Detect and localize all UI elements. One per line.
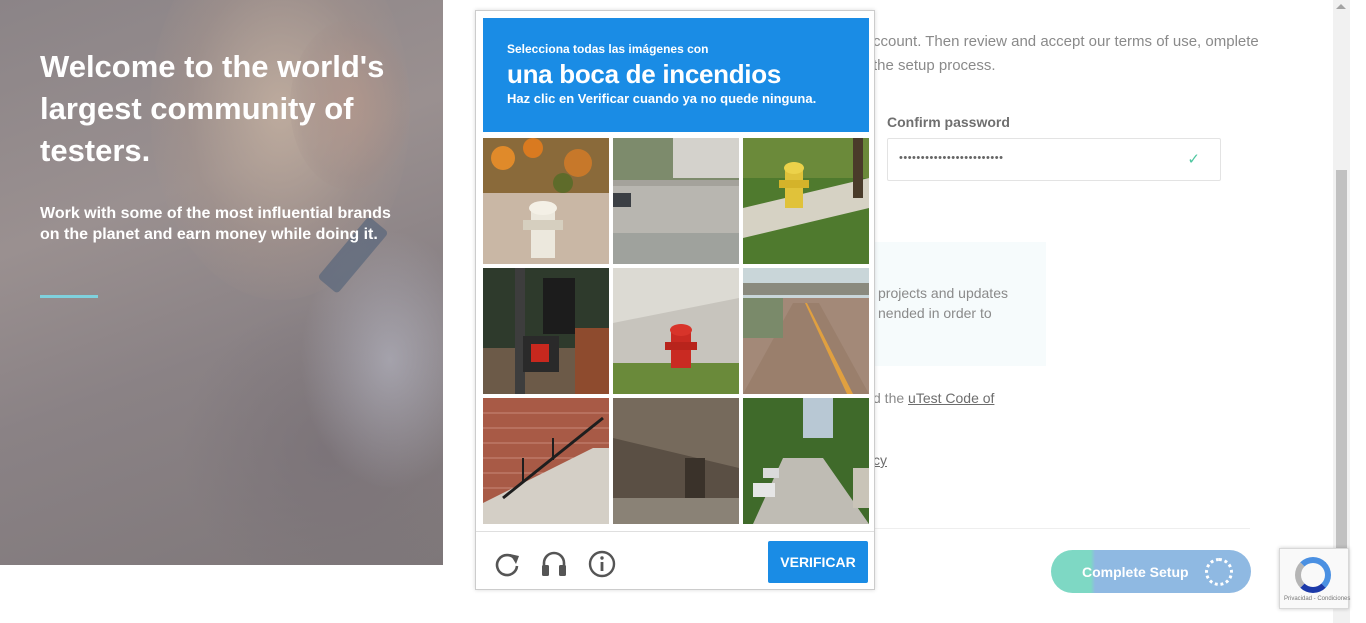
confirm-password-value: •••••••••••••••••••••••• xyxy=(899,152,1004,164)
confirm-password-field[interactable]: •••••••••••••••••••••••• ✓ xyxy=(887,138,1221,181)
captcha-tile-3[interactable] xyxy=(743,138,869,264)
form-divider xyxy=(860,528,1250,529)
captcha-instructions: Selecciona todas las imágenes con una bo… xyxy=(483,18,869,132)
recaptcha-badge[interactable]: Privacidad - Condiciones xyxy=(1279,548,1350,609)
form-intro-text: ccount. Then review and accept our terms… xyxy=(873,33,1259,74)
captcha-tile-8[interactable] xyxy=(613,398,739,524)
captcha-tile-5[interactable] xyxy=(613,268,739,394)
verify-button[interactable]: VERIFICAR xyxy=(768,541,868,583)
privacy-link[interactable]: cy xyxy=(873,452,887,468)
captcha-footer-divider xyxy=(476,531,874,532)
captcha-tile-7[interactable] xyxy=(483,398,609,524)
captcha-instruction-hint: Haz clic en Verificar cuando ya no quede… xyxy=(507,91,817,106)
code-of-conduct-link[interactable]: uTest Code of xyxy=(908,390,994,406)
captcha-instruction-target: una boca de incendios xyxy=(507,59,781,89)
captcha-challenge: Selecciona todas las imágenes con una bo… xyxy=(475,10,875,590)
hero-title: Welcome to the world's largest community… xyxy=(40,49,385,168)
captcha-tile-1[interactable] xyxy=(483,138,609,264)
scroll-up-arrow-icon[interactable] xyxy=(1336,4,1346,9)
setup-page: Welcome to the world's largest community… xyxy=(0,0,1366,623)
loading-spinner-icon xyxy=(1205,558,1233,586)
scrollbar-thumb[interactable] xyxy=(1336,170,1347,550)
hero-subtitle: Work with some of the most influential b… xyxy=(40,205,391,243)
captcha-tile-2[interactable] xyxy=(613,138,739,264)
code-of-conduct-text: d the uTest Code of xyxy=(873,388,994,408)
notice-text: projects and updates nended in order to xyxy=(878,285,1008,321)
hero-divider xyxy=(40,295,98,298)
checkmark-icon: ✓ xyxy=(1187,151,1200,168)
info-icon[interactable] xyxy=(587,549,617,579)
confirm-password-label: Confirm password xyxy=(887,114,1010,130)
captcha-tile-6[interactable] xyxy=(743,268,869,394)
complete-setup-button[interactable]: Complete Setup xyxy=(1051,550,1251,593)
complete-setup-label: Complete Setup xyxy=(1082,564,1189,580)
captcha-tile-9[interactable] xyxy=(743,398,869,524)
reload-icon[interactable] xyxy=(492,549,522,579)
captcha-instruction-small: Selecciona todas las imágenes con xyxy=(507,42,709,56)
hero-panel: Welcome to the world's largest community… xyxy=(0,0,443,565)
recaptcha-terms[interactable]: Privacidad - Condiciones xyxy=(1284,596,1350,602)
captcha-tile-4[interactable] xyxy=(483,268,609,394)
recaptcha-logo-icon xyxy=(1295,557,1331,593)
audio-headphones-icon[interactable] xyxy=(539,549,569,579)
captcha-image-grid xyxy=(483,138,869,524)
code-prefix: d the xyxy=(873,390,909,406)
